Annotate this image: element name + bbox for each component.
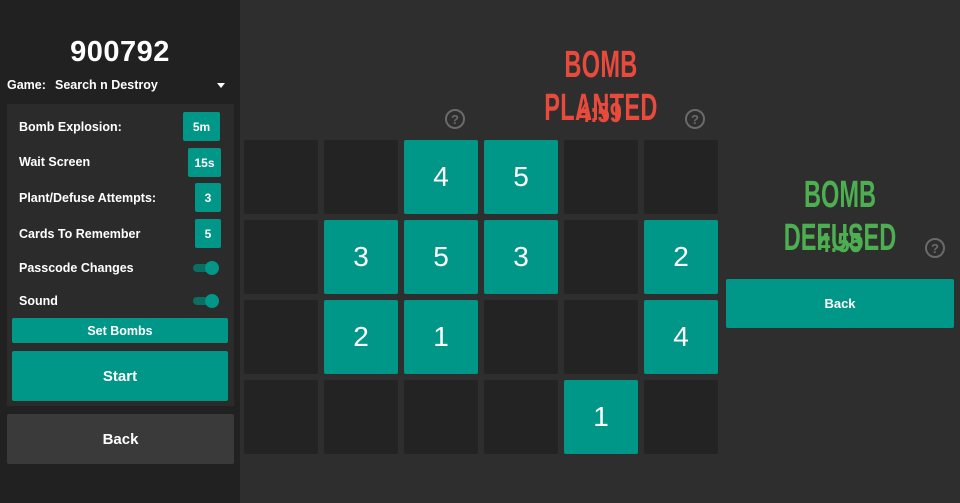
grid-cell[interactable]	[324, 140, 398, 214]
help-icon[interactable]: ?	[685, 109, 705, 129]
setting-label-bomb-explosion: Bomb Explosion:	[19, 120, 122, 134]
start-button[interactable]: Start	[12, 351, 228, 401]
grid-cell[interactable]	[644, 140, 718, 214]
grid-cell[interactable]	[564, 300, 638, 374]
sound-toggle[interactable]	[193, 294, 219, 308]
toggle-knob	[205, 294, 219, 308]
grid-cell[interactable]	[324, 380, 398, 454]
grid-cell[interactable]: 2	[324, 300, 398, 374]
help-icon[interactable]: ?	[925, 238, 945, 258]
game-select[interactable]: Game: Search n Destroy	[7, 78, 230, 96]
grid-cell[interactable]: 5	[484, 140, 558, 214]
grid-cell[interactable]: 3	[324, 220, 398, 294]
setting-label-passcode: Passcode Changes	[19, 261, 134, 275]
help-icon[interactable]: ?	[445, 109, 465, 129]
attempts-value[interactable]: 3	[195, 183, 221, 212]
grid-cell[interactable]: 5	[404, 220, 478, 294]
grid-cell[interactable]: 2	[644, 220, 718, 294]
game-label: Game:	[7, 78, 46, 92]
settings-panel: Bomb Explosion: 5m Wait Screen 15s Plant…	[7, 104, 234, 406]
grid-cell[interactable]	[564, 220, 638, 294]
grid-cell[interactable]	[244, 220, 318, 294]
passcode-toggle[interactable]	[193, 261, 219, 275]
game-value: Search n Destroy	[55, 78, 158, 92]
chevron-down-icon[interactable]	[217, 83, 225, 88]
grid-cell[interactable]	[404, 380, 478, 454]
back-button-left[interactable]: Back	[7, 414, 234, 464]
wait-screen-value[interactable]: 15s	[188, 148, 221, 177]
grid-cell[interactable]	[244, 380, 318, 454]
planted-timer: 4:59	[578, 97, 622, 128]
card-grid: 4 5 3 5 3 2 2 1 4 1	[244, 140, 718, 456]
defused-timer: 4:55	[818, 227, 862, 258]
game-id: 900792	[70, 36, 170, 68]
back-button-right[interactable]: Back	[726, 279, 954, 328]
setting-label-cards: Cards To Remember	[19, 227, 141, 241]
setting-label-attempts: Plant/Defuse Attempts:	[19, 191, 157, 205]
setting-label-sound: Sound	[19, 294, 58, 308]
grid-cell[interactable]	[484, 380, 558, 454]
grid-cell[interactable]	[564, 140, 638, 214]
bomb-explosion-value[interactable]: 5m	[183, 112, 220, 141]
set-bombs-button[interactable]: Set Bombs	[12, 318, 228, 343]
grid-cell[interactable]: 1	[564, 380, 638, 454]
grid-cell[interactable]	[244, 300, 318, 374]
grid-cell[interactable]: 3	[484, 220, 558, 294]
grid-cell[interactable]	[644, 380, 718, 454]
toggle-knob	[205, 261, 219, 275]
grid-cell[interactable]: 1	[404, 300, 478, 374]
sidebar: 900792 Game: Search n Destroy Bomb Explo…	[0, 0, 240, 503]
setting-label-wait-screen: Wait Screen	[19, 155, 91, 169]
cards-value[interactable]: 5	[195, 219, 221, 248]
grid-cell[interactable]	[484, 300, 558, 374]
grid-cell[interactable]: 4	[644, 300, 718, 374]
grid-cell[interactable]	[244, 140, 318, 214]
grid-cell[interactable]: 4	[404, 140, 478, 214]
